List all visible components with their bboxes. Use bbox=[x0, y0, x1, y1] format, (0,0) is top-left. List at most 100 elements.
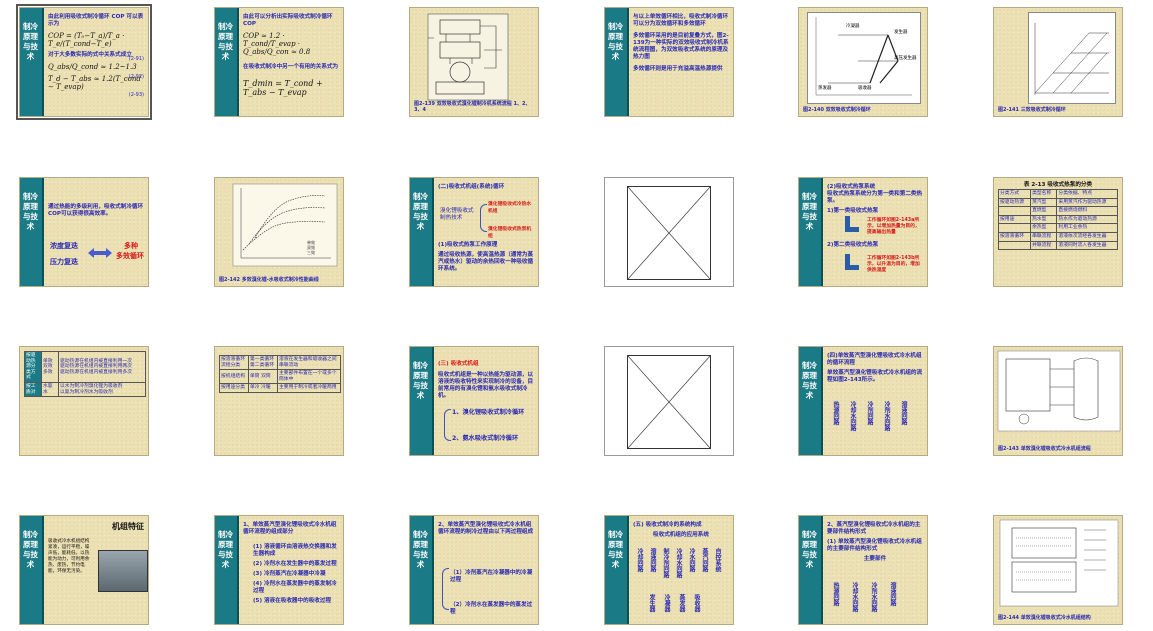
slide-text: 与以上单效循环相比，吸收式制冷循环可以分为双效循环和多效循环 bbox=[633, 14, 729, 27]
loop-column: 溶液回路 bbox=[900, 401, 907, 425]
slide-thumbnail-14[interactable]: 按溶液循环流程分类 第一类循环 第二类循环 溶液在发生器和吸收器之间串联流动 按机组… bbox=[214, 346, 344, 456]
component-column: 溶液回路 bbox=[889, 582, 896, 606]
table-cell: 主要用于制冷或者冷暖两用 bbox=[277, 383, 341, 393]
slide-thumbnail-22[interactable]: 制冷原理与技术 (五) 吸收式制冷的系统构成 吸收式机组的应用系统 冷却回路 溶… bbox=[604, 515, 734, 625]
slide-text: 吸收式热泵系统分为第一类和第二类热泵。 bbox=[827, 191, 923, 204]
chiller-flow-diagram bbox=[997, 350, 1121, 432]
slide-text: 吸收式冷水机组结构紧凑，运行平稳，噪声低，能耗低，以热能为动力，可利用余热、废热… bbox=[48, 539, 90, 574]
table-row: 按驱动热源分类方式 单效双效多效 驱动热源在机组内被直接利用一次 驱动热源在机组… bbox=[24, 351, 146, 383]
list-item: 1)第一类吸收式热泵 bbox=[827, 208, 879, 214]
branch-item: 溴化锂吸收式热泵机组 bbox=[488, 227, 532, 239]
slide-thumbnail-1[interactable]: 制冷原理与技术 由此利用吸收式制冷循环 COP 可以表示为 COP = (T₀−… bbox=[16, 4, 152, 120]
table-cell: 按机组结构 bbox=[219, 369, 249, 385]
formula: COP = (T₀−T_a)/T_a · T_e/(T_cond−T_e) bbox=[48, 32, 125, 48]
table-cell: 按溶液循环流程分类 bbox=[219, 354, 249, 371]
turn-arrow-icon bbox=[845, 216, 859, 232]
table-cell: 第一类循环 第二类循环 bbox=[248, 354, 278, 371]
table-cell: 驱动热源在机组内被直接利用一次 驱动热源在机组内被直接利用两次 驱动热源在机组内… bbox=[58, 351, 146, 383]
table-title: 表 2-13 吸收式热泵的分类 bbox=[1023, 182, 1093, 188]
pressure-cascade-label: 压力复迭 bbox=[50, 258, 78, 266]
table-cell: 按工质对 bbox=[24, 381, 42, 398]
slide-thumbnail-3[interactable]: 图2-139 双效吸收式溴化锂制冷机系统流程 1、2、3、4 bbox=[409, 7, 539, 117]
equation-number: (2-91) bbox=[128, 56, 144, 62]
slide-text: 单效蒸汽型溴化锂吸收式冷水机组的流程如图2-143所示。 bbox=[827, 370, 923, 383]
slide-thumbnail-21[interactable]: 制冷原理与技术 2、单效蒸汽型溴化锂吸收式冷水机组循环流程的制冷过程由以下两过程… bbox=[409, 515, 539, 625]
table-cell: 按用途分类 bbox=[219, 383, 249, 393]
table-cell: 热水型 bbox=[1030, 214, 1058, 225]
slide-thumbnail-11[interactable]: 制冷原理与技术 (2)吸收式热泵系统 吸收式热泵系统分为第一类和第二类热泵。 1… bbox=[798, 177, 928, 287]
sidebar-label: 制冷原理与技术 bbox=[23, 192, 38, 231]
slide-thumbnail-23[interactable]: 制冷原理与技术 2、蒸汽型溴化锂吸收式冷水机组的主要部件结构形式 (1) 单效蒸… bbox=[798, 515, 928, 625]
slide-thumbnail-16[interactable] bbox=[604, 346, 734, 456]
double-arrow-icon bbox=[88, 248, 112, 258]
table-row: 余热型 利用工业余热 bbox=[997, 223, 1118, 233]
multi-effect-label: 多效循环 bbox=[116, 252, 144, 260]
table-cell: 以水为制冷剂溴化锂为吸收剂 以氨为制冷剂水为吸收剂 bbox=[58, 381, 146, 398]
list-item: 2、氨水吸收式制冷循环 bbox=[452, 435, 519, 442]
slide-thumbnail-24[interactable]: 图2-144 单效溴化锂吸收式冷水机组结构 bbox=[993, 515, 1123, 625]
table-cell: 按驱动热源 bbox=[997, 197, 1032, 208]
slide-thumbnail-13[interactable]: 按驱动热源分类方式 单效双效多效 驱动热源在机组内被直接利用一次 驱动热源在机组… bbox=[19, 346, 149, 456]
slide-heading: (二)吸收式机组(系统)循环 bbox=[438, 184, 505, 190]
performance-curve-chart bbox=[232, 183, 338, 267]
slide-thumbnail-17[interactable]: 制冷原理与技术 (四)单效蒸汽型溴化锂吸收式冷水机组的循环流程 单效蒸汽型溴化锂… bbox=[798, 346, 928, 456]
sidebar-label: 制冷原理与技术 bbox=[608, 22, 623, 61]
slide-heading: 机组特征 bbox=[112, 522, 144, 531]
slide-heading: 2、单效蒸汽型溴化锂吸收式冷水机组循环流程的制冷过程由以下两过程组成 bbox=[438, 522, 534, 535]
slide-thumbnail-10[interactable] bbox=[604, 177, 734, 287]
classification-table: 按驱动热源分类方式 单效双效多效 驱动热源在机组内被直接利用一次 驱动热源在机组… bbox=[24, 351, 146, 398]
table-row: 按工质对 水氨水 以水为制冷剂溴化锂为吸收剂 以氨为制冷剂水为吸收剂 bbox=[24, 381, 146, 398]
slide-sidebar: 制冷原理与技术 bbox=[799, 347, 823, 455]
slide-thumbnail-9[interactable]: 制冷原理与技术 (二)吸收式机组(系统)循环 溴化锂吸收式 制热技术 溴化锂吸收… bbox=[409, 177, 539, 287]
diagram-label: 蒸发器 bbox=[818, 86, 832, 91]
slide-thumbnail-5[interactable]: 冷凝器 发生器 高压发生器 蒸发器 吸收器 图2-140 双效吸收式制冷循环 bbox=[798, 7, 928, 117]
component-columns: 热源回路 冷却水回路 冷剂水回路 溶液回路 bbox=[831, 582, 897, 612]
slide-thumbnail-7[interactable]: 制冷原理与技术 通过热能的多级利用，吸收式制冷循环COP可以获得很高效率。 浓度… bbox=[19, 177, 149, 287]
list-item: (3) 冷剂蒸汽在冷凝器中冷凝 bbox=[253, 571, 326, 577]
table-row: 按溶液循环 串联流程 溶液依次流经各发生器 bbox=[997, 231, 1118, 242]
triple-effect-cycle-diagram bbox=[1034, 23, 1109, 95]
list-item: (2) 冷剂水在发生器中的蒸发过程 bbox=[253, 561, 337, 567]
slide-thumbnail-18[interactable]: 图2-143 单效溴化锂吸收式冷水机组流程 bbox=[993, 346, 1123, 456]
table-cell: 主要部件布置在一个或多个筒体中 bbox=[277, 369, 341, 385]
table-cell: 按用途 bbox=[997, 214, 1032, 225]
row-text: 以氨为制冷剂水为吸收剂 bbox=[60, 389, 113, 395]
table-row: 按用途 热水型 热水作为驱动热源 bbox=[997, 214, 1118, 225]
formula: COP ≈ 1.2 · T_cond/T_evap · Q_abs/Q_con … bbox=[243, 32, 311, 56]
table-cell: 按溶液循环 bbox=[997, 231, 1032, 242]
figure-caption: 图2-144 单效溴化锂吸收式冷水机组结构 bbox=[998, 615, 1091, 621]
slide-thumbnail-12[interactable]: 表 2-13 吸收式热泵的分类 分类方式 类型名称 分类依据、特点 按驱动热源蒸… bbox=[993, 177, 1123, 287]
slide-text: 由此可以分析出实际吸收式制冷循环COP bbox=[243, 14, 333, 27]
sidebar-label: 制冷原理与技术 bbox=[802, 530, 817, 569]
slide-text: (1) 单效蒸汽型溴化锂吸收式冷水机组的主要部件结构形式 bbox=[827, 539, 922, 552]
classification-table: 分类方式 类型名称 分类依据、特点 按驱动热源 蒸汽型 采用蒸汽作为驱动热源 直燃型… bbox=[997, 189, 1118, 251]
slide-thumbnail-8[interactable]: 单效 双效 三效 图2-142 多效溴化锂-水吸收式制冷性能曲线 bbox=[214, 177, 344, 287]
table-cell: 按驱动热源分类方式 bbox=[24, 351, 42, 383]
system-column: 冷却回路 bbox=[636, 548, 643, 572]
concentration-cascade-label: 浓度复迭 bbox=[50, 242, 78, 250]
sidebar-label: 制冷原理与技术 bbox=[218, 530, 233, 569]
figure-caption: 图2-142 多效溴化锂-水吸收式制冷性能曲线 bbox=[219, 277, 319, 283]
table-cell: 热水作为驱动热源 bbox=[1056, 214, 1118, 225]
row-text: 驱动热源在机组内被直接利用两次 bbox=[60, 364, 132, 370]
slide-sidebar: 制冷原理与技术 bbox=[605, 8, 629, 116]
slide-thumbnail-2[interactable]: 制冷原理与技术 由此可以分析出实际吸收式制冷循环COP COP ≈ 1.2 · … bbox=[214, 7, 344, 117]
table-cell: 水氨水 bbox=[41, 381, 59, 398]
slide-heading: 1、单效蒸汽型溴化锂吸收式冷水机组循环流程的组成部分 bbox=[243, 522, 337, 535]
slide-thumbnail-15[interactable]: 制冷原理与技术 (三) 吸收式机组 吸收式机组是一种以热能为驱动源，以溶液的吸收… bbox=[409, 346, 539, 456]
table-cell: 利用工业余热 bbox=[1056, 223, 1118, 233]
loop-columns: 热源回路 冷却水回路 冷剂回路 冷剂水回路 溶液回路 bbox=[831, 401, 908, 431]
sidebar-label: 制冷原理与技术 bbox=[23, 530, 38, 569]
table-cell: 单冷 冷暖 bbox=[248, 383, 278, 393]
component-column: 热源回路 bbox=[832, 582, 839, 606]
sidebar-label: 制冷原理与技术 bbox=[802, 361, 817, 400]
slide-thumbnail-4[interactable]: 制冷原理与技术 与以上单效循环相比，吸收式制冷循环可以分为双效循环和多效循环 多… bbox=[604, 7, 734, 117]
slide-thumbnail-6[interactable]: 图2-141 三效吸收式制冷循环 bbox=[993, 7, 1123, 117]
slide-text: 通过吸收热源，使高温热源（通常为蒸汽或热水）驱动的余热回收一种吸收循环系统。 bbox=[438, 252, 534, 272]
table-row: 按机组结构 单筒 双筒 主要部件布置在一个或多个筒体中 bbox=[219, 369, 341, 385]
slide-thumbnail-19[interactable]: 制冷原理与技术 机组特征 吸收式冷水机组结构紧凑，运行平稳，噪声低，能耗低，以热… bbox=[19, 515, 149, 625]
table-cell: 溶液依次流经各发生器 bbox=[1056, 231, 1118, 242]
table-cell: 单效双效多效 bbox=[41, 351, 59, 383]
list-item: (5) 溶液在吸收器中的吸收过程 bbox=[253, 598, 332, 604]
slide-thumbnail-20[interactable]: 制冷原理与技术 1、单效蒸汽型溴化锂吸收式冷水机组循环流程的组成部分 (1) 溶… bbox=[214, 515, 344, 625]
